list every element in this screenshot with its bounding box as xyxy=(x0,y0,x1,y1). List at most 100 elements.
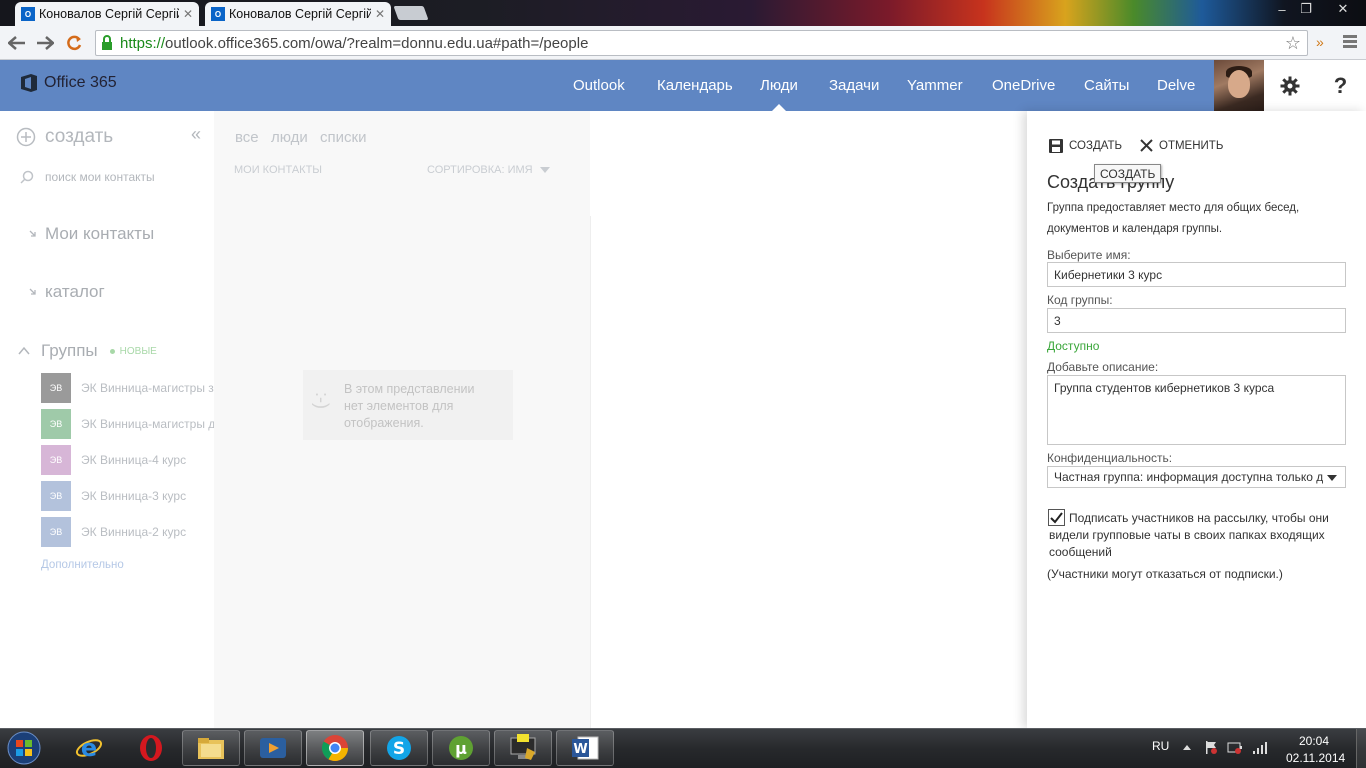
chrome-icon xyxy=(321,735,349,762)
svg-text:W: W xyxy=(573,742,587,757)
tab-title: Коновалов Сергій Сергій xyxy=(39,7,179,21)
nav-calendar[interactable]: Календарь xyxy=(657,60,733,111)
close-window-button[interactable]: ✕ xyxy=(1328,0,1358,18)
monitor-app-taskbar-button[interactable] xyxy=(494,730,552,766)
collapse-pane-button[interactable]: « xyxy=(191,124,201,145)
forward-button[interactable] xyxy=(34,30,56,56)
internet-explorer-taskbar-button[interactable]: e xyxy=(60,730,118,766)
active-nav-indicator xyxy=(772,104,786,111)
privacy-value: Частная группа: информация доступна толь… xyxy=(1054,470,1323,484)
show-desktop-button[interactable] xyxy=(1356,729,1366,768)
list-title: МОИ КОНТАКТЫ xyxy=(234,164,323,176)
more-groups-link[interactable]: Дополнительно xyxy=(41,559,124,571)
office-logo-icon xyxy=(21,74,37,92)
internet-explorer-icon: e xyxy=(75,734,103,762)
media-player-taskbar-button[interactable] xyxy=(244,730,302,766)
nav-onedrive[interactable]: OneDrive xyxy=(992,60,1055,111)
back-button[interactable] xyxy=(6,30,28,56)
browser-tab-1[interactable]: O Коновалов Сергій Сергій ✕ xyxy=(15,2,199,26)
maximize-button[interactable]: ❐ xyxy=(1294,0,1318,18)
group-item[interactable]: ЭВ ЭК Винница-4 курс xyxy=(41,445,221,475)
group-description-input[interactable]: Группа студентов кибернетиков 3 курса xyxy=(1047,375,1346,445)
group-code-input[interactable]: 3 xyxy=(1047,308,1346,333)
group-description-text: Группа предоставляет место для общих бес… xyxy=(1047,202,1300,235)
group-item[interactable]: ЭВ ЭК Винница-2 курс xyxy=(41,517,221,547)
group-avatar: ЭВ xyxy=(41,373,71,403)
save-icon xyxy=(1049,139,1063,153)
chrome-menu-button[interactable] xyxy=(1342,33,1358,49)
nav-outlook[interactable]: Outlook xyxy=(573,60,625,111)
settings-button[interactable] xyxy=(1264,60,1315,111)
code-label: Код группы: xyxy=(1047,293,1113,307)
my-contacts-folder[interactable]: Мои контакты xyxy=(28,224,154,244)
filter-lists[interactable]: списки xyxy=(320,129,366,146)
group-name-input[interactable]: Кибернетики 3 курс xyxy=(1047,262,1346,287)
filter-people[interactable]: люди xyxy=(271,129,308,146)
show-hidden-icons-button[interactable] xyxy=(1183,744,1191,750)
help-button[interactable]: ? xyxy=(1315,60,1366,111)
clock-time[interactable]: 20:04 xyxy=(1299,734,1329,748)
flag-icon xyxy=(1206,741,1217,754)
cancel-button[interactable]: ОТМЕНИТЬ xyxy=(1140,139,1223,152)
word-icon: W xyxy=(572,736,599,760)
address-bar[interactable]: https://outlook.office365.com/owa/?realm… xyxy=(95,30,1308,56)
catalog-folder[interactable]: каталог xyxy=(28,282,105,302)
word-taskbar-button[interactable]: W xyxy=(556,730,614,766)
url-text: https://outlook.office365.com/owa/?realm… xyxy=(120,34,589,52)
skype-taskbar-button[interactable]: S xyxy=(370,730,428,766)
back-arrow-icon xyxy=(8,36,25,50)
group-name: ЭК Винница-3 курс xyxy=(81,489,187,503)
video-icon xyxy=(260,738,286,758)
menu-icon xyxy=(1343,35,1357,48)
office365-logo-text: Office 365 xyxy=(44,74,117,91)
svg-text:S: S xyxy=(393,739,405,759)
action-center-icon[interactable] xyxy=(1204,740,1218,754)
plus-circle-icon xyxy=(16,127,36,147)
user-avatar[interactable] xyxy=(1214,60,1264,111)
bookmark-star-icon[interactable]: ☆ xyxy=(1285,33,1301,54)
start-button[interactable] xyxy=(4,729,44,767)
group-item[interactable]: ЭВ ЭК Винница-магистры д xyxy=(41,409,221,439)
close-icon[interactable]: ✕ xyxy=(375,7,385,21)
reload-button[interactable] xyxy=(63,30,85,56)
opera-icon xyxy=(140,735,162,761)
extensions-overflow-icon[interactable]: » xyxy=(1316,34,1324,50)
opera-taskbar-button[interactable] xyxy=(122,730,180,766)
group-item[interactable]: ЭВ ЭК Винница-магистры з xyxy=(41,373,221,403)
clock-date[interactable]: 02.11.2014 xyxy=(1286,751,1345,765)
nav-tasks[interactable]: Задачи xyxy=(829,60,879,111)
chrome-taskbar-button[interactable] xyxy=(306,730,364,766)
tooltip: СОЗДАТЬ xyxy=(1094,164,1162,183)
create-group-button[interactable]: СОЗДАТЬ xyxy=(1049,139,1122,153)
network-icon[interactable] xyxy=(1252,739,1268,755)
chevron-up-icon xyxy=(18,346,30,355)
subscribe-text: Подписать участников на рассылку, чтобы … xyxy=(1049,511,1329,559)
privacy-select[interactable]: Частная группа: информация доступна толь… xyxy=(1047,466,1346,488)
filter-all[interactable]: все xyxy=(235,129,259,146)
tab-title: Коновалов Сергій Сергій xyxy=(229,7,371,21)
group-name: ЭК Винница-2 курс xyxy=(81,525,187,539)
groups-section[interactable]: Группы НОВЫЕ xyxy=(18,341,157,361)
group-item[interactable]: ЭВ ЭК Винница-3 курс xyxy=(41,481,221,511)
explorer-taskbar-button[interactable] xyxy=(182,730,240,766)
nav-yammer[interactable]: Yammer xyxy=(907,60,963,111)
sort-dropdown[interactable]: СОРТИРОВКА: ИМЯ xyxy=(427,164,550,176)
new-dot-icon xyxy=(109,348,115,354)
close-icon[interactable]: ✕ xyxy=(183,7,193,21)
browser-tab-2[interactable]: O Коновалов Сергій Сергій ✕ xyxy=(205,2,391,26)
nav-sites[interactable]: Сайты xyxy=(1084,60,1129,111)
minimize-button[interactable]: – xyxy=(1270,0,1294,18)
input-language[interactable]: RU xyxy=(1152,739,1169,753)
monitor-icon xyxy=(510,734,536,760)
search-input[interactable]: поиск мои контакты xyxy=(45,170,155,184)
nav-delve[interactable]: Delve xyxy=(1157,60,1195,111)
new-tab-button[interactable] xyxy=(393,6,429,20)
utorrent-taskbar-button[interactable]: µ xyxy=(432,730,490,766)
contacts-search[interactable]: поиск мои контакты xyxy=(20,170,155,184)
unsubscribe-note: (Участники могут отказаться от подписки.… xyxy=(1047,567,1283,581)
power-icon[interactable] xyxy=(1227,740,1243,754)
search-icon xyxy=(20,170,34,184)
office365-logo[interactable]: Office 365 xyxy=(20,73,117,93)
create-new-button[interactable]: создать xyxy=(16,126,113,148)
privacy-label: Конфиденциальность: xyxy=(1047,451,1173,465)
